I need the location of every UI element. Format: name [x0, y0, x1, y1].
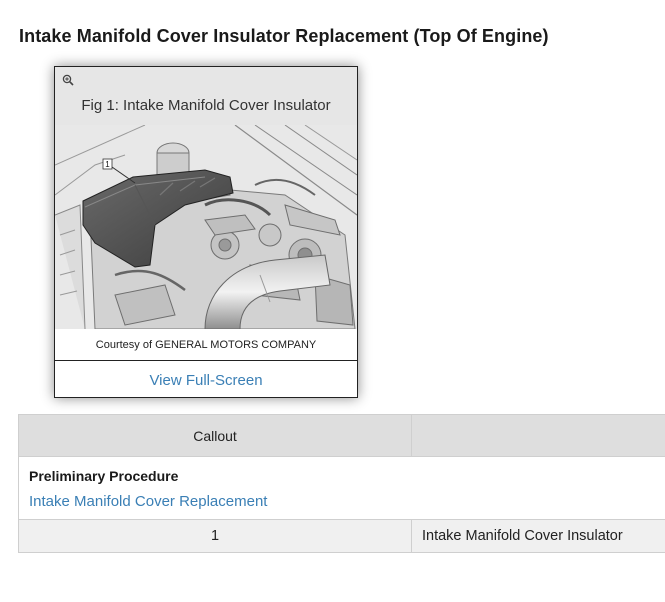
view-fullscreen-link[interactable]: View Full-Screen	[55, 372, 357, 389]
preliminary-procedure-cell: Preliminary Procedure Intake Manifold Co…	[18, 456, 665, 520]
column-header-callout: Callout	[18, 414, 412, 457]
callout-number-cell: 1	[18, 519, 412, 553]
table-row: 1 Intake Manifold Cover Insulator	[18, 519, 665, 553]
column-header-description	[411, 414, 665, 457]
zoom-in-icon[interactable]	[62, 74, 74, 86]
figure-divider	[55, 360, 357, 361]
preliminary-procedure-row: Preliminary Procedure Intake Manifold Co…	[18, 456, 665, 520]
figure-card: Fig 1: Intake Manifold Cover Insulator 1…	[54, 66, 358, 398]
engine-illustration: 1	[55, 125, 357, 329]
image-credit: Courtesy of GENERAL MOTORS COMPANY	[95, 339, 317, 351]
callout-table: Callout Preliminary Procedure Intake Man…	[18, 414, 665, 553]
figure-header: Fig 1: Intake Manifold Cover Insulator	[55, 67, 357, 125]
callout-marker: 1	[105, 160, 110, 169]
table-header-row: Callout	[18, 414, 665, 457]
engine-bay-illustration[interactable]: 1	[55, 125, 357, 329]
preliminary-procedure-title: Preliminary Procedure	[29, 468, 179, 484]
page-title: Intake Manifold Cover Insulator Replacem…	[19, 26, 549, 46]
intake-manifold-cover-replacement-link[interactable]: Intake Manifold Cover Replacement	[29, 493, 267, 510]
callout-description-cell: Intake Manifold Cover Insulator	[411, 519, 665, 553]
figure-caption: Fig 1: Intake Manifold Cover Insulator	[81, 97, 331, 114]
